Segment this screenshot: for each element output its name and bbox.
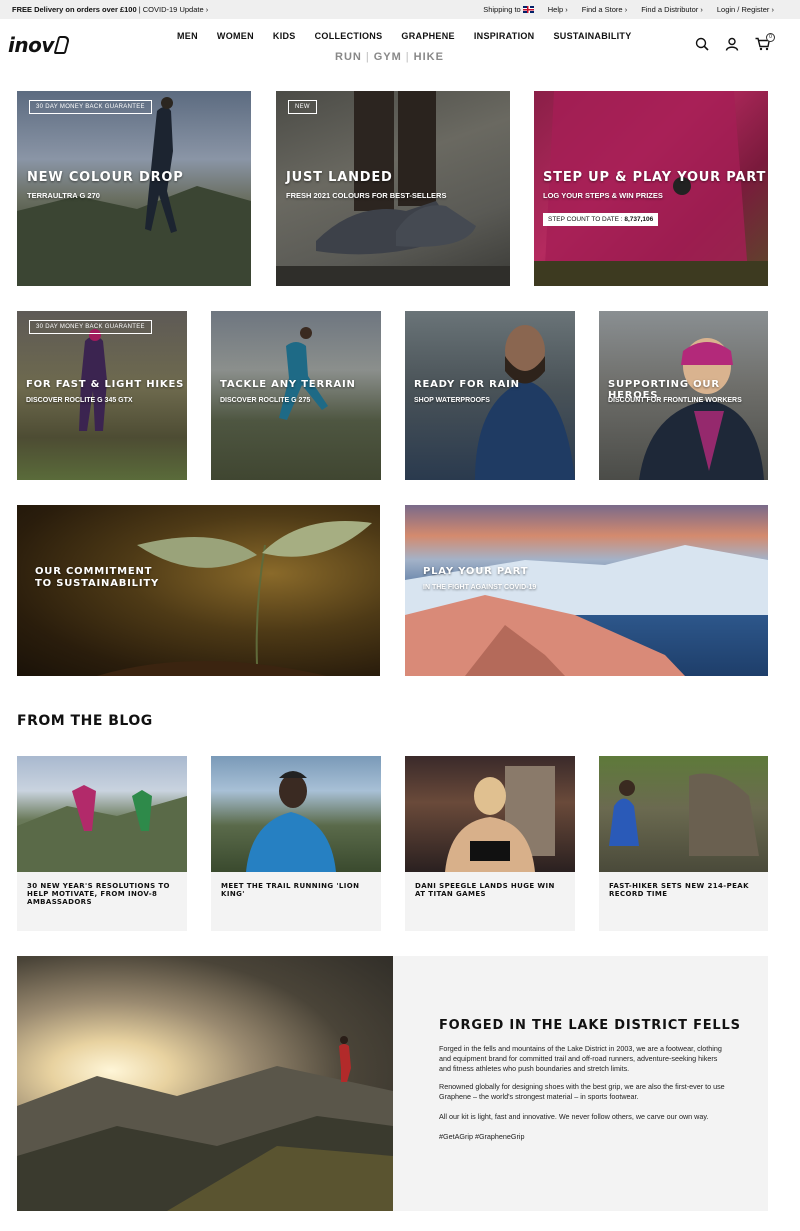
tile-subtitle: DISCOVER ROCLITE G 345 GTX — [26, 397, 133, 404]
nav-inspiration[interactable]: INSPIRATION — [474, 31, 535, 41]
tile-image — [79, 329, 107, 431]
blog-caption: MEET THE TRAIL RUNNING 'LION KING' — [221, 882, 360, 899]
about-title: FORGED IN THE LAKE DISTRICT FELLS — [439, 1018, 741, 1033]
site-header: inov MEN WOMEN KIDS COLLECTIONS GRAPHENE… — [0, 19, 800, 79]
tile-subtitle: LOG YOUR STEPS & WIN PRIZES — [543, 191, 663, 200]
tile-title: NEW COLOUR DROP — [27, 170, 184, 185]
help-link[interactable]: Help › — [548, 5, 568, 14]
blog-card[interactable]: FAST-HIKER SETS NEW 214-PEAK RECORD TIME — [599, 756, 768, 931]
about-paragraph: Forged in the fells and mountains of the… — [439, 1044, 722, 1074]
counter-label: STEP COUNT TO DATE : — [548, 216, 625, 223]
divider: | — [405, 51, 410, 63]
user-icon[interactable] — [725, 37, 739, 51]
blog-caption: DANI SPEEGLE LANDS HUGE WIN AT TITAN GAM… — [415, 882, 555, 899]
blog-section-title: FROM THE BLOG — [17, 713, 153, 729]
about-paragraph: Renowned globally for designing shoes wi… — [439, 1082, 725, 1102]
utility-links: Shipping to Help › Find a Store › Find a… — [483, 5, 774, 14]
hero-image — [534, 91, 768, 286]
nav-hike[interactable]: HIKE — [414, 51, 444, 63]
landscape-image — [17, 1036, 393, 1211]
promo-text: FREE Delivery on orders over £100 | COVI… — [12, 5, 208, 14]
nav-men[interactable]: MEN — [177, 31, 198, 41]
blog-image — [599, 756, 768, 872]
blog-card[interactable]: MEET THE TRAIL RUNNING 'LION KING' — [211, 756, 381, 931]
blog-caption: 30 NEW YEAR'S RESOLUTIONS TO HELP MOTIVA… — [27, 882, 170, 907]
hero-image — [276, 91, 510, 286]
nav-collections[interactable]: COLLECTIONS — [315, 31, 383, 41]
tile-title: FOR FAST & LIGHT HIKES — [26, 379, 185, 390]
money-back-tag: 30 DAY MONEY BACK GUARANTEE — [29, 100, 152, 114]
activity-nav: RUN | GYM | HIKE — [335, 51, 444, 63]
divider: | — [365, 51, 370, 63]
money-back-tag: 30 DAY MONEY BACK GUARANTEE — [29, 320, 152, 334]
nav-graphene[interactable]: GRAPHENE — [401, 31, 454, 41]
nav-sustainability[interactable]: SUSTAINABILITY — [553, 31, 631, 41]
nav-gym[interactable]: GYM — [374, 51, 402, 63]
tile-title: PLAY YOUR PART — [423, 566, 529, 577]
covid-update-link[interactable]: COVID-19 Update › — [143, 5, 208, 14]
nav-run[interactable]: RUN — [335, 51, 362, 63]
tile-subtitle: SHOP WATERPROOFS — [414, 397, 490, 404]
blog-image — [405, 756, 575, 872]
tile-title: STEP UP & PLAY YOUR PART — [543, 170, 767, 185]
login-register-link[interactable]: Login / Register › — [717, 5, 774, 14]
about-paragraph: All our kit is light, fast and innovativ… — [439, 1112, 709, 1121]
hashtags: #GetAGrip #GrapheneGrip — [439, 1132, 525, 1141]
new-tag: NEW — [288, 100, 317, 114]
tile-image — [97, 521, 372, 676]
tile-subtitle: DISCOVER ROCLITE G 275 — [220, 397, 311, 404]
tile-image — [475, 325, 575, 480]
counter-value: 8,737,106 — [624, 216, 654, 223]
tile-play-your-part[interactable]: PLAY YOUR PART IN THE FIGHT AGAINST COVI… — [405, 505, 768, 676]
tile-tackle-terrain[interactable]: TACKLE ANY TERRAIN DISCOVER ROCLITE G 27… — [211, 311, 381, 480]
top-bar: FREE Delivery on orders over £100 | COVI… — [0, 0, 800, 19]
tile-title: READY FOR RAIN — [414, 379, 520, 390]
blog-caption: FAST-HIKER SETS NEW 214-PEAK RECORD TIME — [609, 882, 749, 899]
tile-subtitle: IN THE FIGHT AGAINST COVID-19 — [423, 584, 537, 591]
tile-ready-for-rain[interactable]: READY FOR RAIN SHOP WATERPROOFS — [405, 311, 575, 480]
hero-tile-step-up[interactable]: STEP UP & PLAY YOUR PART LOG YOUR STEPS … — [534, 91, 768, 286]
logo[interactable]: inov — [8, 33, 71, 57]
tile-subtitle: DISCOUNT FOR FRONTLINE WORKERS — [608, 397, 742, 404]
cart-icon[interactable]: 0 — [755, 33, 775, 51]
tile-title: JUST LANDED — [286, 170, 393, 185]
find-distributor-link[interactable]: Find a Distributor › — [641, 5, 703, 14]
hero-image — [17, 97, 251, 286]
header-icons: 0 — [695, 33, 775, 51]
tile-sustainability[interactable]: OUR COMMITMENT TO SUSTAINABILITY — [17, 505, 380, 676]
title-line-1: OUR COMMITMENT — [35, 566, 153, 577]
tile-subtitle: TERRAULTRA G 270 — [27, 191, 100, 200]
logo-shoe-icon — [53, 36, 71, 54]
about-image — [17, 956, 393, 1211]
search-icon[interactable] — [695, 37, 709, 51]
title-line-2: TO SUSTAINABILITY — [35, 577, 160, 589]
about-panel: FORGED IN THE LAKE DISTRICT FELLS Forged… — [393, 956, 768, 1211]
main-nav: MEN WOMEN KIDS COLLECTIONS GRAPHENE INSP… — [177, 31, 651, 41]
blog-card[interactable]: 30 NEW YEAR'S RESOLUTIONS TO HELP MOTIVA… — [17, 756, 187, 931]
logo-text: inov — [8, 33, 54, 57]
tile-title: OUR COMMITMENT TO SUSTAINABILITY — [35, 566, 159, 589]
cart-count-badge: 0 — [766, 33, 775, 42]
tile-subtitle: FRESH 2021 COLOURS FOR BEST-SELLERS — [286, 191, 447, 200]
uk-flag-icon — [522, 6, 534, 13]
nav-kids[interactable]: KIDS — [273, 31, 296, 41]
free-delivery-text: FREE Delivery on orders over £100 — [12, 5, 137, 14]
step-counter: STEP COUNT TO DATE : 8,737,106 — [543, 213, 659, 226]
hero-tile-just-landed[interactable]: NEW JUST LANDED FRESH 2021 COLOURS FOR B… — [276, 91, 510, 286]
tile-image — [279, 327, 328, 420]
nav-women[interactable]: WOMEN — [217, 31, 254, 41]
tile-fast-light-hikes[interactable]: 30 DAY MONEY BACK GUARANTEE FOR FAST & L… — [17, 311, 187, 480]
blog-image — [211, 756, 381, 872]
tile-title: TACKLE ANY TERRAIN — [220, 379, 356, 390]
shipping-label: Shipping to — [483, 5, 521, 14]
shipping-selector[interactable]: Shipping to — [483, 5, 534, 14]
tile-supporting-heroes[interactable]: SUPPORTING OUR HEROES DISCOUNT FOR FRONT… — [599, 311, 768, 480]
hero-tile-colour-drop[interactable]: 30 DAY MONEY BACK GUARANTEE NEW COLOUR D… — [17, 91, 251, 286]
find-store-link[interactable]: Find a Store › — [582, 5, 627, 14]
blog-image — [17, 756, 187, 872]
blog-card[interactable]: DANI SPEEGLE LANDS HUGE WIN AT TITAN GAM… — [405, 756, 575, 931]
